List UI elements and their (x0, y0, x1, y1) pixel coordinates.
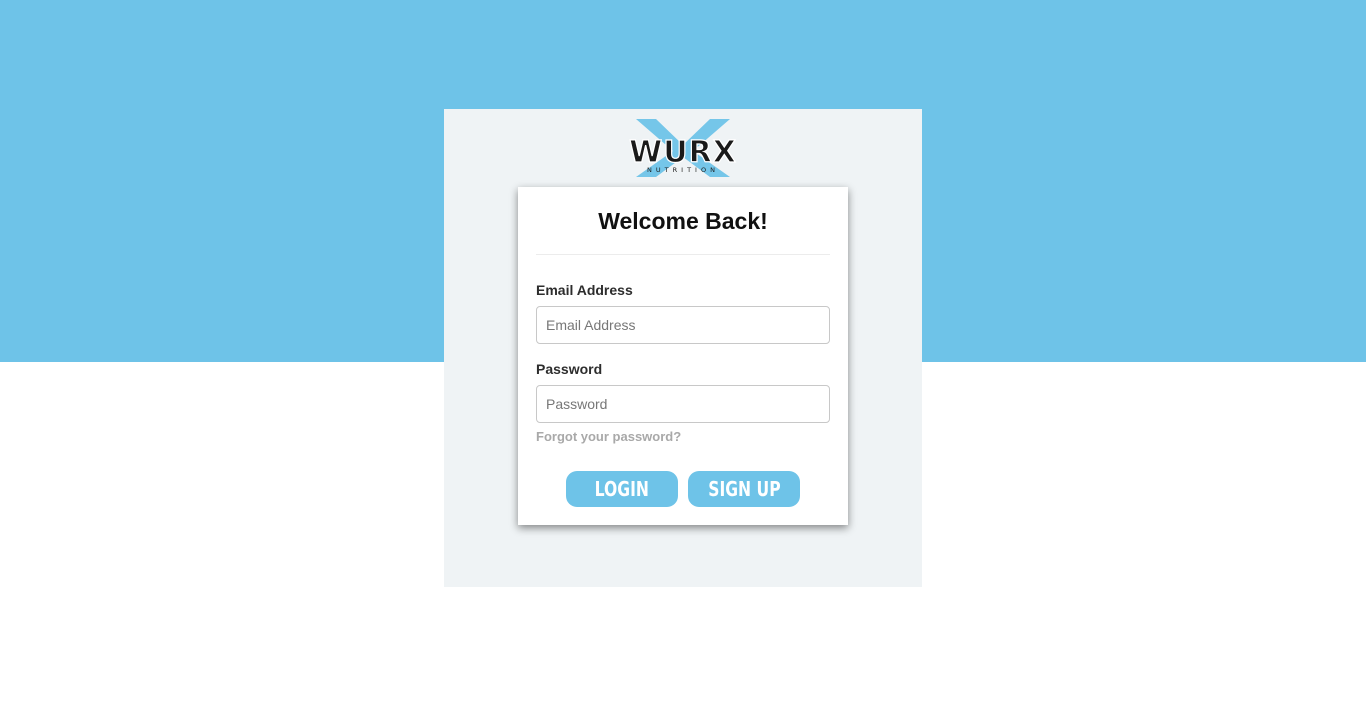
login-button-label: LOGIN (594, 477, 650, 501)
signup-button-label: SIGN UP (707, 477, 781, 501)
forgot-password-link[interactable]: Forgot your password? (536, 429, 681, 444)
email-field[interactable] (536, 306, 830, 344)
login-button[interactable]: LOGIN (566, 471, 678, 507)
password-label: Password (536, 361, 603, 377)
email-label: Email Address (536, 282, 633, 298)
title-divider (536, 254, 830, 255)
welcome-title: Welcome Back! (598, 208, 768, 234)
svg-text:WURX: WURX (629, 135, 737, 170)
login-panel: WURX NUTRITION Welcome Back! Email Addre… (444, 109, 922, 587)
wurx-nutrition-logo: WURX NUTRITION (616, 115, 750, 181)
password-field[interactable] (536, 385, 830, 423)
svg-text:NUTRITION: NUTRITION (647, 166, 719, 174)
signup-button[interactable]: SIGN UP (688, 471, 800, 507)
login-card: Welcome Back! Email Address Password For… (518, 187, 848, 525)
